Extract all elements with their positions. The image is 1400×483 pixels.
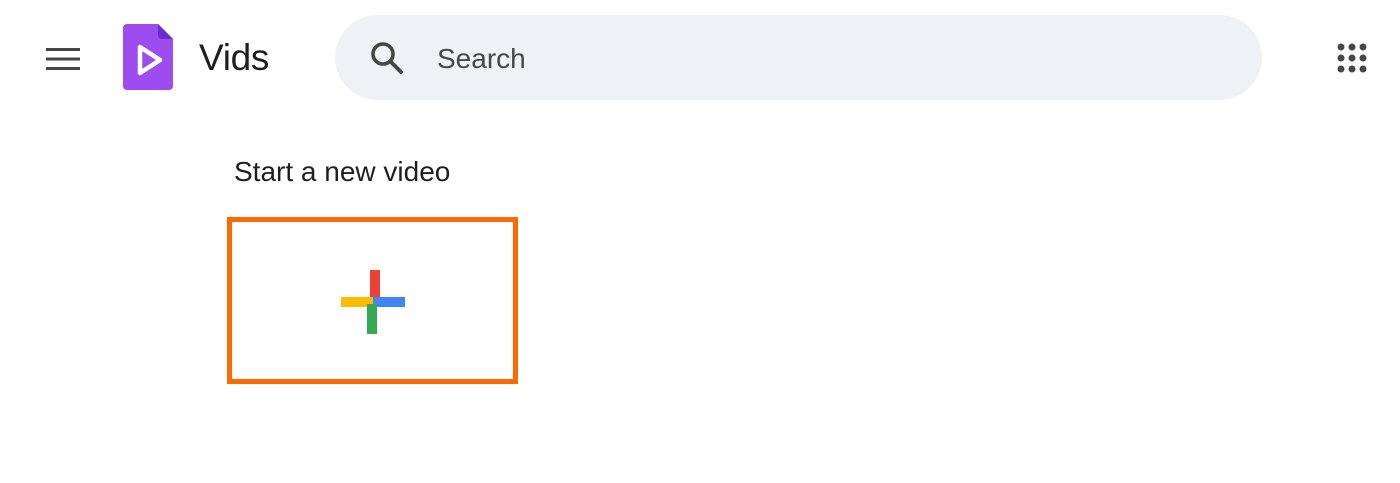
hamburger-menu-icon <box>46 48 80 70</box>
search-icon[interactable] <box>369 40 405 76</box>
plus-icon <box>341 270 405 334</box>
main-menu-button[interactable] <box>40 38 86 80</box>
section-title: Start a new video <box>234 156 451 187</box>
app-title: Vids <box>199 37 270 78</box>
search-input[interactable] <box>435 35 1219 83</box>
google-apps-grid-icon[interactable] <box>1330 36 1374 80</box>
search-bar[interactable] <box>335 15 1262 100</box>
new-video-button[interactable] <box>227 217 518 384</box>
vids-logo-icon[interactable] <box>123 24 173 91</box>
app-root: Vids Start a new video <box>0 0 1400 483</box>
